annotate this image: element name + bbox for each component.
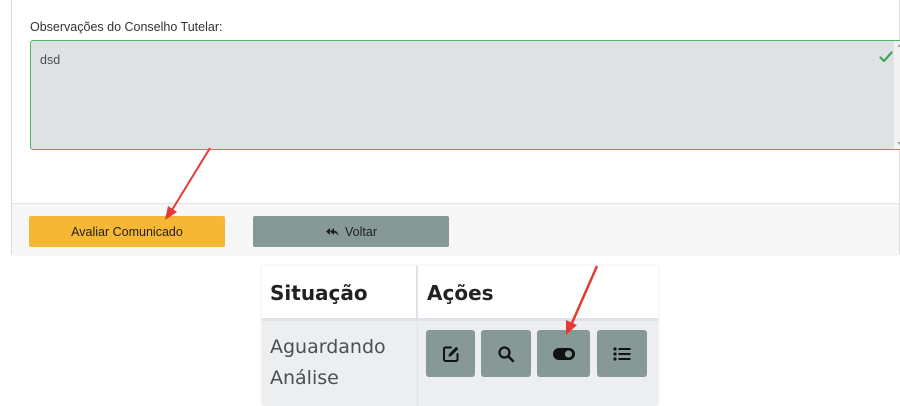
edit-icon — [442, 346, 458, 362]
column-header-actions: Ações — [427, 281, 494, 305]
observations-textarea[interactable]: dsd — [30, 40, 900, 150]
column-header-status: Situação — [262, 266, 417, 320]
check-icon — [879, 51, 893, 63]
status-cell: Aguardando Análise — [270, 336, 386, 389]
search-icon — [498, 345, 515, 362]
evaluate-report-label: Avaliar Comunicado — [71, 224, 183, 239]
list-icon — [613, 346, 631, 361]
reports-table: Situação Ações Aguardando Análise — [262, 266, 658, 406]
edit-button[interactable] — [426, 330, 475, 377]
textarea-scrollbar[interactable] — [893, 41, 900, 149]
observations-form: Observações do Conselho Tutelar: dsd Ava… — [11, 0, 900, 256]
observations-value[interactable]: dsd — [40, 53, 60, 67]
view-button[interactable] — [481, 330, 531, 377]
back-label: Voltar — [345, 224, 377, 239]
form-footer: Avaliar Comunicado Voltar — [12, 203, 899, 256]
back-button[interactable]: Voltar — [253, 216, 449, 247]
evaluate-report-button[interactable]: Avaliar Comunicado — [29, 216, 225, 247]
list-button[interactable] — [597, 330, 647, 377]
observations-label: Observações do Conselho Tutelar: — [30, 20, 223, 34]
toggle-icon — [552, 347, 575, 360]
toggle-status-button[interactable] — [537, 330, 590, 377]
header-divider — [262, 318, 658, 321]
reply-all-icon — [326, 227, 339, 236]
